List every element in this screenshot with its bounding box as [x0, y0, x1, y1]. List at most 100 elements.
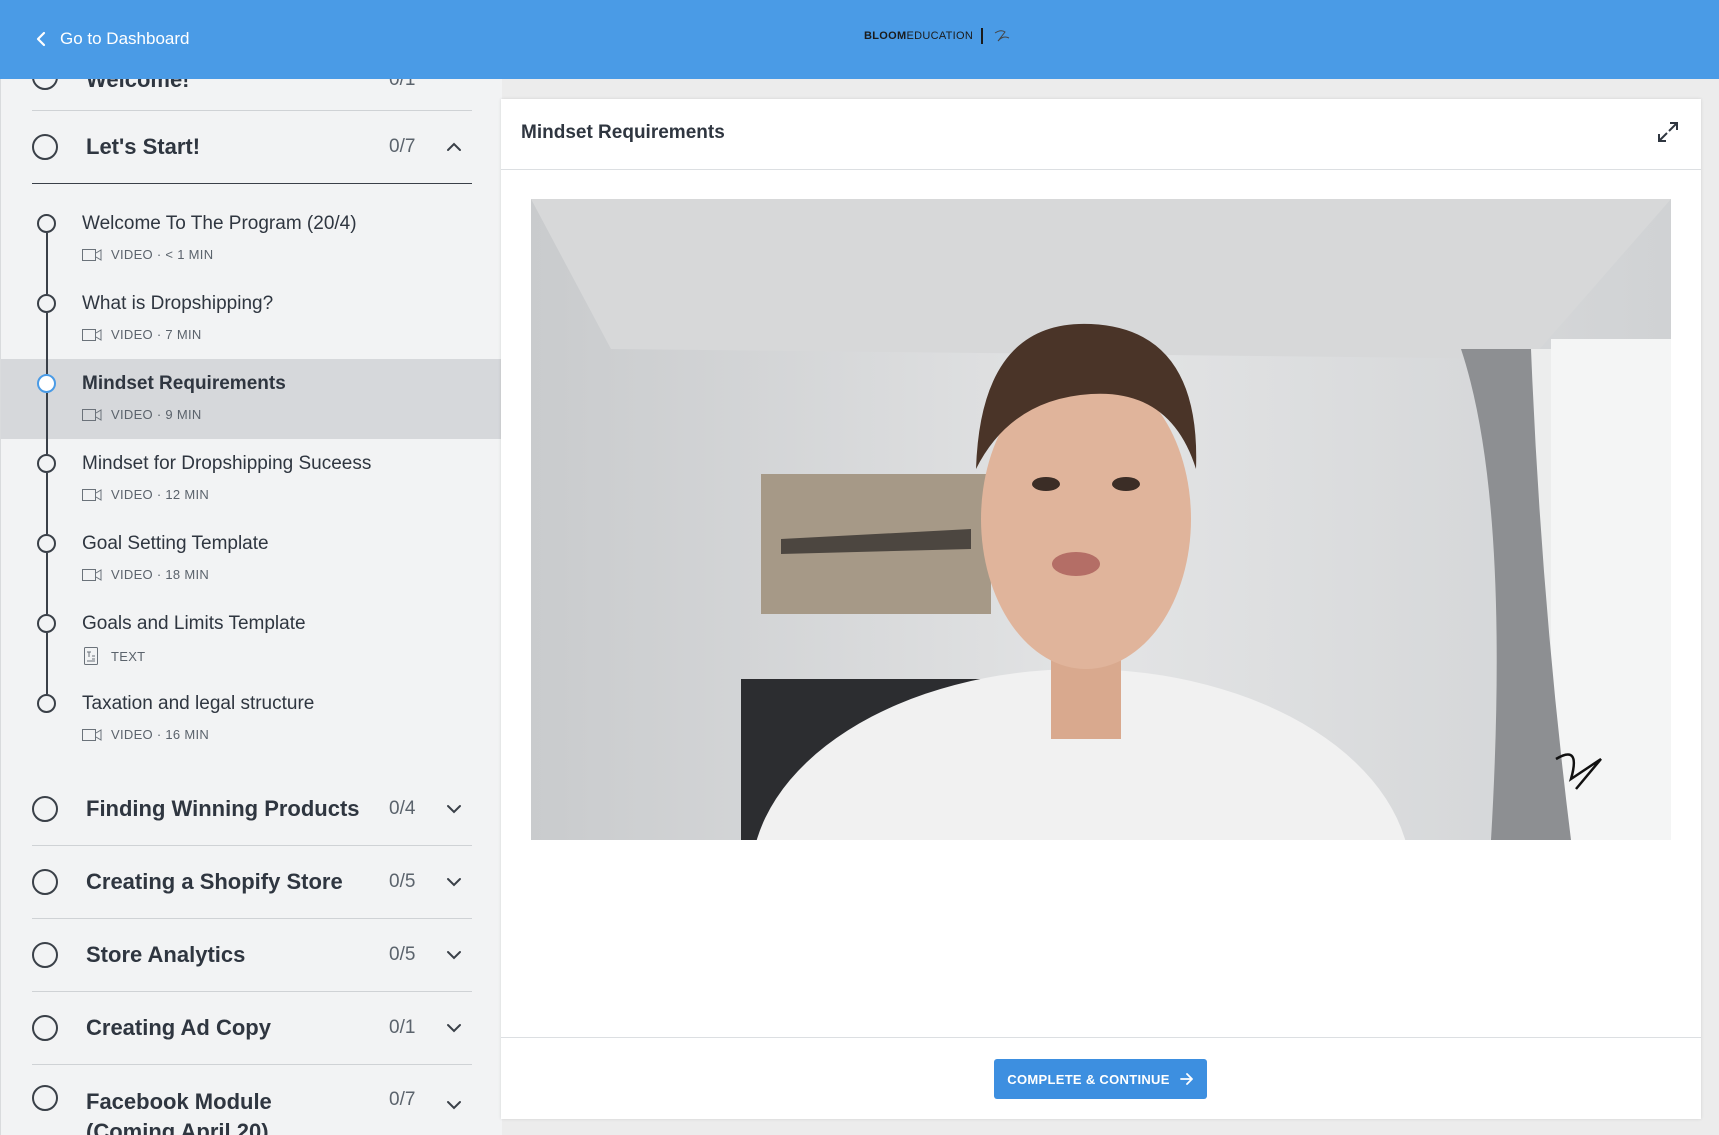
lesson-meta: VIDEO · 16 MIN — [82, 727, 209, 742]
section-title: Facebook Module (Coming April 20) — [86, 1089, 272, 1135]
lesson-meta-text: VIDEO · 9 MIN — [111, 407, 202, 422]
section-count: 0/5 — [389, 944, 416, 965]
section-facebook-module[interactable]: Facebook Module (Coming April 20) 0/7 — [32, 1065, 472, 1135]
complete-and-continue-label: COMPLETE & CONTINUE — [1007, 1071, 1170, 1087]
section-progress-ring — [32, 79, 58, 90]
top-bar: Go to Dashboard BLOOM EDUCATION — [0, 0, 1719, 79]
video-icon — [82, 248, 102, 261]
chevron-down-icon[interactable] — [446, 1097, 462, 1113]
chevron-left-icon — [36, 31, 46, 47]
lesson-status-dot — [37, 374, 56, 393]
lesson-meta: VIDEO · 7 MIN — [82, 327, 202, 342]
section-creating-shopify-store[interactable]: Creating a Shopify Store 0/5 — [32, 846, 472, 919]
video-frame — [531, 199, 1671, 840]
lesson-meta: VIDEO · 18 MIN — [82, 567, 209, 582]
section-progress-ring — [32, 942, 58, 968]
section-finding-winning-products[interactable]: Finding Winning Products 0/4 — [32, 773, 472, 846]
lesson-status-dot — [37, 694, 56, 713]
brand-separator — [981, 28, 984, 44]
video-icon — [82, 488, 102, 501]
section-count: 0/1 — [389, 1017, 416, 1038]
go-to-dashboard-link[interactable]: Go to Dashboard — [36, 26, 189, 52]
expand-icon[interactable] — [1657, 121, 1679, 143]
complete-and-continue-button[interactable]: COMPLETE & CONTINUE — [994, 1059, 1207, 1099]
lesson-item[interactable]: Mindset for Dropshipping Suceess VIDEO ·… — [1, 439, 502, 534]
lesson-status-dot — [37, 214, 56, 233]
brand-logo: BLOOM EDUCATION — [864, 28, 1011, 44]
section-title: Finding Winning Products — [86, 796, 360, 821]
section-count: 0/7 — [389, 136, 416, 157]
section-welcome[interactable]: Welcome! 0/1 — [32, 79, 472, 111]
section-progress-ring — [32, 869, 58, 895]
section-count: 0/1 — [389, 79, 416, 90]
lesson-status-dot — [37, 454, 56, 473]
section-lets-start[interactable]: Let's Start! 0/7 — [32, 111, 472, 184]
lesson-meta-text: VIDEO · < 1 MIN — [111, 247, 214, 262]
lesson-connector — [46, 233, 48, 294]
video-icon — [82, 728, 102, 741]
video-icon — [82, 408, 102, 421]
chevron-down-icon[interactable] — [446, 874, 462, 890]
section-count: 0/4 — [389, 798, 416, 819]
chevron-down-icon[interactable] — [446, 947, 462, 963]
lesson-item[interactable]: Taxation and legal structure VIDEO · 16 … — [1, 679, 502, 759]
lesson-meta-text: TEXT — [111, 648, 146, 664]
course-sidebar: Welcome! 0/1 Let's Start! 0/7 Welcome To… — [0, 79, 502, 1135]
section-progress-ring — [32, 796, 58, 822]
video-icon — [82, 328, 102, 341]
section-title: Store Analytics — [86, 942, 246, 967]
section-creating-ad-copy[interactable]: Creating Ad Copy 0/1 — [32, 992, 472, 1065]
lesson-name: What is Dropshipping? — [82, 293, 274, 314]
lesson-item[interactable]: Goal Setting Template VIDEO · 18 MIN — [1, 519, 502, 614]
lesson-item[interactable]: What is Dropshipping? VIDEO · 7 MIN — [1, 279, 502, 374]
lesson-connector — [46, 553, 48, 614]
lesson-meta-text: VIDEO · 7 MIN — [111, 327, 202, 342]
lesson-name: Taxation and legal structure — [82, 693, 315, 714]
lesson-name: Mindset for Dropshipping Suceess — [82, 453, 372, 474]
lesson-item-active[interactable]: Mindset Requirements VIDEO · 9 MIN — [1, 359, 502, 454]
lesson-name: Goals and Limits Template — [82, 613, 306, 634]
lesson-connector — [46, 473, 48, 534]
chevron-down-icon[interactable] — [446, 801, 462, 817]
lecture-header: Mindset Requirements — [501, 99, 1701, 170]
lesson-item[interactable]: Welcome To The Program (20/4) VIDEO · < … — [1, 199, 502, 294]
lesson-meta: VIDEO · 9 MIN — [82, 407, 202, 422]
lesson-name: Goal Setting Template — [82, 533, 269, 554]
lesson-connector — [46, 393, 48, 454]
section-title: Let's Start! — [86, 134, 201, 159]
section-progress-ring — [32, 1015, 58, 1041]
lesson-item[interactable]: Goals and Limits Template TEXT — [1, 599, 502, 694]
section-title: Creating a Shopify Store — [86, 869, 343, 894]
lesson-meta-text: VIDEO · 16 MIN — [111, 727, 210, 742]
chevron-up-icon[interactable] — [446, 139, 462, 155]
lesson-meta-text: VIDEO · 12 MIN — [111, 487, 210, 502]
section-title: Creating Ad Copy — [86, 1015, 271, 1040]
video-player[interactable] — [531, 199, 1671, 840]
lecture-title: Mindset Requirements — [521, 122, 725, 143]
lesson-meta: VIDEO · 12 MIN — [82, 487, 209, 502]
section-title: Welcome! — [86, 79, 190, 92]
lesson-connector — [46, 313, 48, 374]
section-count: 0/5 — [389, 871, 416, 892]
brand-bold: BLOOM — [864, 30, 907, 42]
chevron-down-icon[interactable] — [446, 1020, 462, 1036]
lecture-footer: COMPLETE & CONTINUE — [501, 1037, 1701, 1119]
section-store-analytics[interactable]: Store Analytics 0/5 — [32, 919, 472, 992]
signature-icon — [994, 30, 1010, 42]
lesson-list: Welcome To The Program (20/4) VIDEO · < … — [1, 184, 502, 759]
text-document-icon — [84, 647, 98, 665]
lesson-meta: TEXT — [82, 647, 145, 665]
lesson-meta: VIDEO · < 1 MIN — [82, 247, 213, 262]
lecture-panel: Mindset Requirements COMPLETE & CONTINUE — [501, 99, 1701, 1119]
arrow-right-icon — [1179, 1073, 1193, 1085]
lesson-status-dot — [37, 294, 56, 313]
lesson-connector — [46, 633, 48, 694]
lesson-status-dot — [37, 534, 56, 553]
lesson-name: Welcome To The Program (20/4) — [82, 213, 357, 234]
section-progress-ring — [32, 134, 58, 160]
video-icon — [82, 568, 102, 581]
brand-rest: EDUCATION — [906, 30, 974, 42]
go-to-dashboard-label: Go to Dashboard — [60, 29, 190, 48]
section-count: 0/7 — [389, 1089, 416, 1110]
lesson-name: Mindset Requirements — [82, 373, 286, 394]
